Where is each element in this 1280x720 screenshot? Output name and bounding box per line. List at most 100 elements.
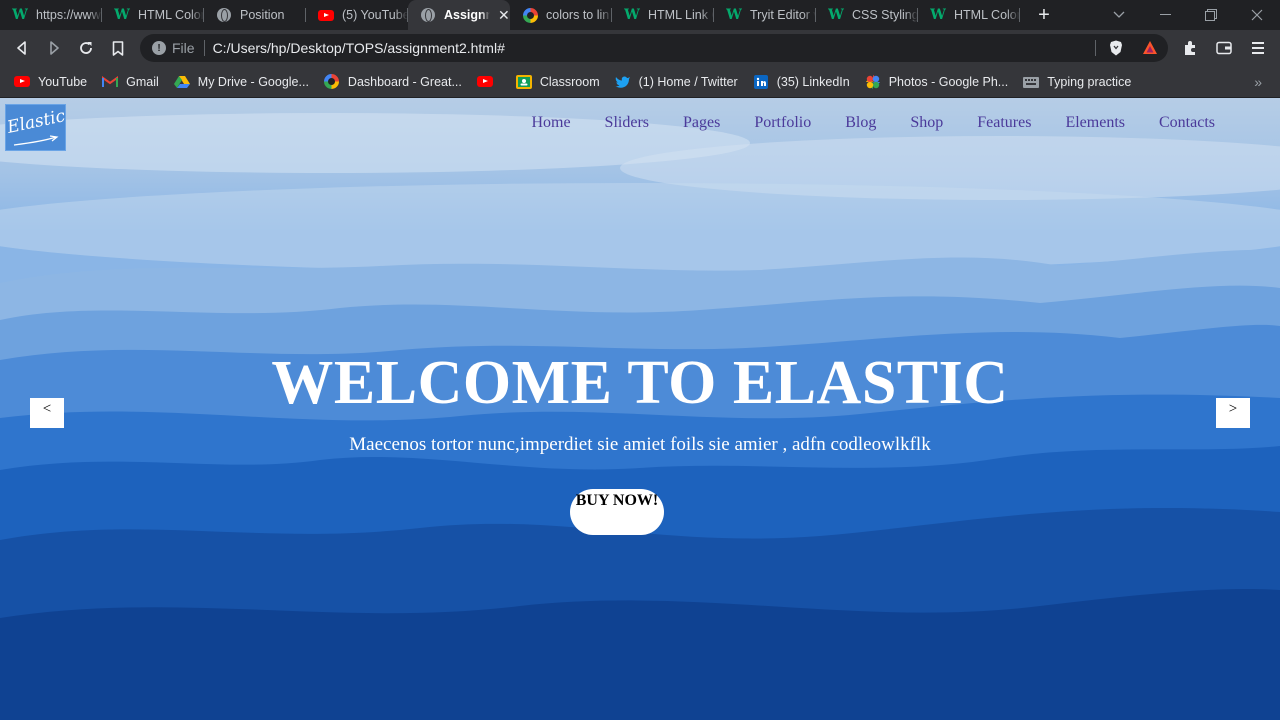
- nav-link-elements[interactable]: Elements: [1065, 114, 1125, 132]
- nav-link-portfolio[interactable]: Portfolio: [754, 114, 811, 132]
- back-button[interactable]: [9, 35, 35, 61]
- w3schools-icon: W: [726, 7, 742, 23]
- brave-shields-icon[interactable]: [1108, 40, 1124, 56]
- tab-title: HTML Link C: [648, 8, 714, 22]
- address-divider: [203, 40, 205, 56]
- nav-link-blog[interactable]: Blog: [845, 114, 876, 132]
- tab-title: https://www: [36, 8, 101, 22]
- google-photos-icon: [865, 74, 881, 90]
- hero-title: WELCOME TO ELASTIC: [271, 349, 1009, 417]
- logo-text: Elastic: [5, 106, 67, 138]
- bookmark-label: Photos - Google Ph...: [888, 74, 1009, 89]
- scheme-label: File: [172, 40, 195, 56]
- youtube-icon: [318, 7, 334, 23]
- bookmark-item[interactable]: Classroom: [515, 74, 600, 90]
- hero-section: Elastic Home Sliders Pages Portfolio Blog Sho…: [0, 98, 1280, 720]
- tab-separator: [1019, 8, 1020, 22]
- tab-title: HTML Color: [954, 8, 1020, 22]
- google-icon: [324, 74, 340, 90]
- gmail-icon: [102, 74, 119, 90]
- wallet-icon[interactable]: [1211, 35, 1237, 61]
- bookmark-label: (35) LinkedIn: [776, 74, 850, 89]
- bookmark-label: Typing practice: [1047, 74, 1132, 89]
- bookmark-item[interactable]: My Drive - Google...: [173, 74, 309, 90]
- bookmark-item[interactable]: (1) Home / Twitter: [615, 74, 738, 90]
- url-text[interactable]: C:/Users/hp/Desktop/TOPS/assignment2.htm…: [213, 40, 505, 56]
- address-bar[interactable]: ! File C:/Users/hp/Desktop/TOPS/assignme…: [140, 34, 1168, 62]
- nav-link-shop[interactable]: Shop: [910, 114, 943, 132]
- menu-icon[interactable]: [1245, 35, 1271, 61]
- browser-toolbar: ! File C:/Users/hp/Desktop/TOPS/assignme…: [0, 30, 1280, 66]
- restore-button[interactable]: [1188, 0, 1234, 30]
- w3schools-icon: W: [12, 7, 28, 23]
- tab[interactable]: Whttps://www: [0, 0, 102, 30]
- google-drive-icon: [173, 74, 190, 90]
- tab[interactable]: W CSS Styling: [816, 0, 918, 30]
- bookmark-icon[interactable]: [105, 35, 131, 61]
- tab[interactable]: W HTML Color: [918, 0, 1020, 30]
- tab-title: HTML Color: [138, 8, 204, 22]
- bookmark-item[interactable]: Gmail: [102, 74, 159, 90]
- tab-active[interactable]: Assignm ✕: [408, 0, 510, 30]
- tab[interactable]: W HTML Link C: [612, 0, 714, 30]
- nav-link-home[interactable]: Home: [531, 114, 570, 132]
- close-window-button[interactable]: [1234, 0, 1280, 30]
- bookmark-item[interactable]: [476, 74, 501, 90]
- tab[interactable]: W HTML Color: [102, 0, 204, 30]
- linkedin-icon: [753, 74, 769, 90]
- globe-icon: [420, 7, 436, 23]
- nav-link-sliders[interactable]: Sliders: [605, 114, 649, 132]
- bookmark-item[interactable]: Dashboard - Great...: [324, 74, 462, 90]
- tab[interactable]: Position: [204, 0, 306, 30]
- bookmark-label: Classroom: [539, 74, 600, 89]
- globe-icon: [216, 7, 232, 23]
- hero-subtitle: Maecenos tortor nunc,imperdiet sie amiet…: [349, 434, 931, 455]
- tab[interactable]: colors to lin: [510, 0, 612, 30]
- address-divider-right: [1095, 40, 1096, 56]
- tab[interactable]: (5) YouTube: [306, 0, 408, 30]
- bookmark-item[interactable]: YouTube: [14, 74, 87, 90]
- google-icon: [522, 7, 538, 23]
- bookmark-label: Gmail: [126, 74, 159, 89]
- bookmark-item[interactable]: Typing practice: [1023, 74, 1131, 90]
- nav-link-contacts[interactable]: Contacts: [1159, 114, 1215, 132]
- tab-title: Tryit Editor v: [750, 8, 816, 22]
- tab[interactable]: W Tryit Editor v: [714, 0, 816, 30]
- new-tab-button[interactable]: +: [1030, 4, 1058, 27]
- nav-link-features[interactable]: Features: [977, 114, 1031, 132]
- tab-strip: Whttps://www W HTML Color Position (5) YouTu…: [0, 0, 1280, 30]
- w3schools-icon: W: [930, 7, 946, 23]
- close-tab-icon[interactable]: ✕: [498, 7, 510, 24]
- tab-title: Assignm: [444, 8, 490, 22]
- w3schools-icon: W: [114, 7, 130, 23]
- twitter-icon: [615, 74, 631, 90]
- reload-button[interactable]: [73, 35, 99, 61]
- info-icon[interactable]: !: [152, 41, 166, 55]
- minimize-button[interactable]: [1142, 0, 1188, 30]
- more-bookmarks-icon[interactable]: »: [1254, 74, 1262, 90]
- site-logo[interactable]: Elastic: [5, 104, 67, 151]
- nav-link-pages[interactable]: Pages: [683, 114, 720, 132]
- bookmarks-bar: YouTube Gmail My Drive - Google... Dashboar…: [0, 66, 1280, 98]
- forward-button[interactable]: [41, 35, 67, 61]
- bookmark-item[interactable]: Photos - Google Ph...: [865, 74, 1009, 90]
- tab-title: colors to lin: [546, 8, 610, 22]
- tab-title: (5) YouTube: [342, 8, 408, 22]
- typing-icon: [1023, 74, 1040, 90]
- w3schools-icon: W: [828, 7, 844, 23]
- youtube-icon: [476, 74, 493, 90]
- w3schools-icon: W: [624, 7, 640, 23]
- youtube-icon: [14, 74, 30, 90]
- bookmark-label: YouTube: [38, 74, 88, 89]
- extensions-icon[interactable]: [1177, 35, 1203, 61]
- bookmark-label: My Drive - Google...: [197, 74, 309, 89]
- bookmark-item[interactable]: (35) LinkedIn: [753, 74, 850, 90]
- bookmark-label: Dashboard - Great...: [347, 74, 462, 89]
- main-navigation: Home Sliders Pages Portfolio Blog Shop Feature…: [497, 114, 1215, 132]
- classroom-icon: [515, 74, 532, 90]
- tab-search-icon[interactable]: [1096, 0, 1142, 30]
- brave-rewards-icon[interactable]: [1142, 40, 1158, 56]
- tab-list: Whttps://www W HTML Color Position (5) YouTu…: [0, 0, 1020, 30]
- logo-swoosh-icon: [13, 135, 59, 146]
- buy-now-button[interactable]: BUY NOW!: [570, 489, 664, 535]
